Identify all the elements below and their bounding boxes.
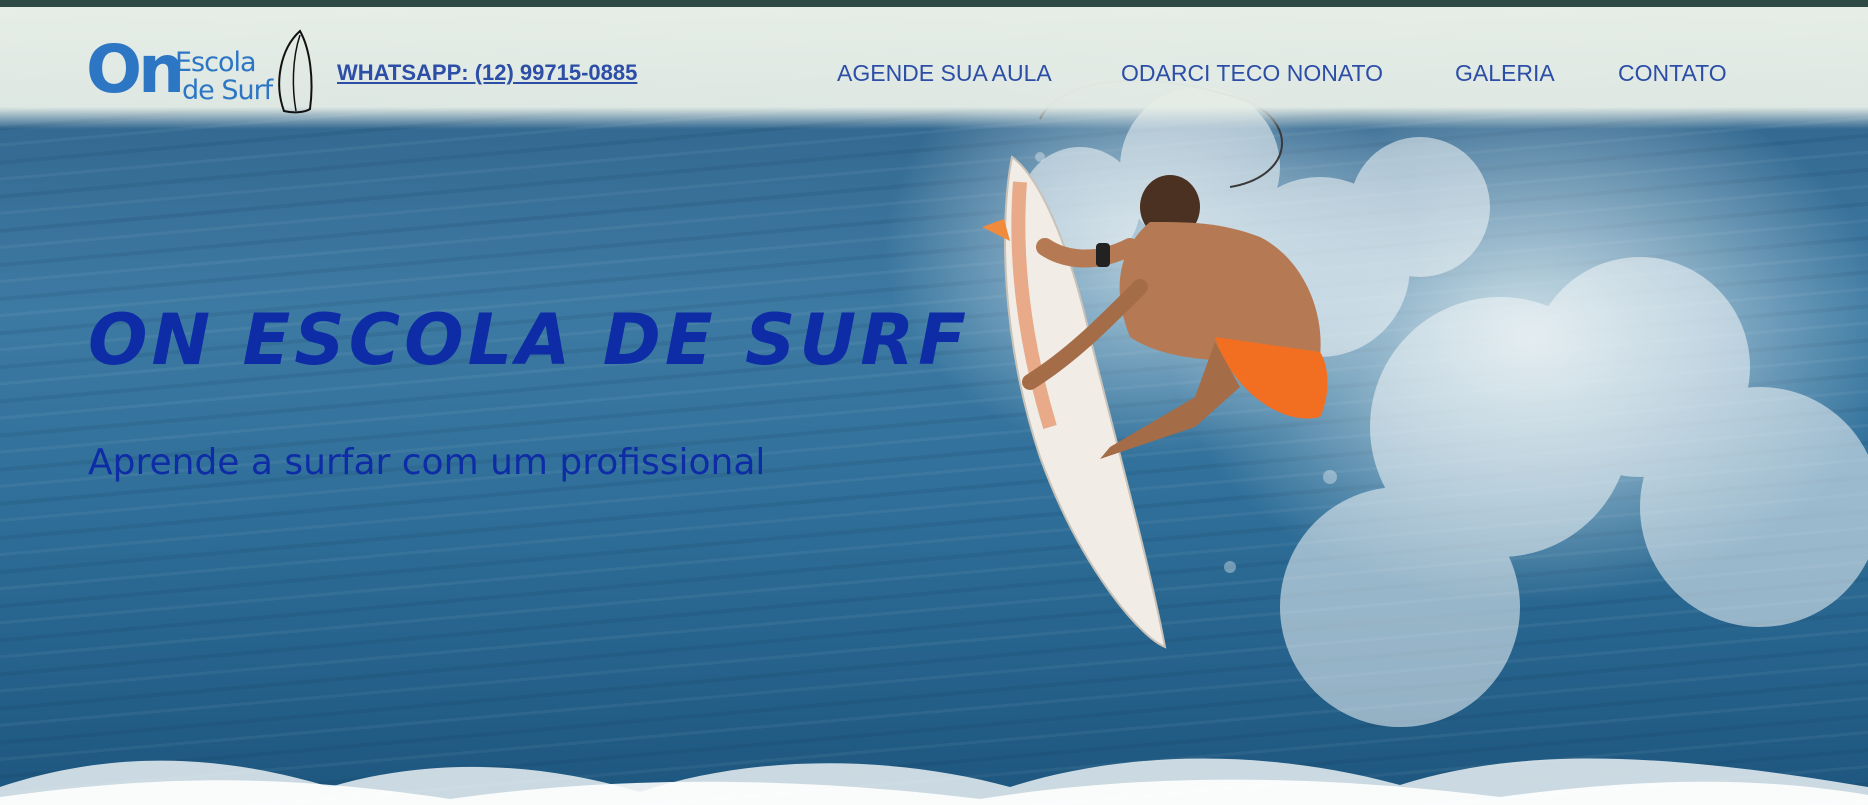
site-header: On Escola de Surf WHATSAPP: (12) 99715-0… <box>0 7 1868 129</box>
hero-title: ON ESCOLA DE SURF <box>88 299 970 381</box>
nav-item-contato[interactable]: CONTATO <box>1618 60 1727 87</box>
logo-escola-text: Escola <box>175 47 257 78</box>
logo-de-surf-text: de Surf <box>182 75 273 106</box>
logo[interactable]: On Escola de Surf <box>86 29 316 115</box>
nav-item-galeria[interactable]: GALERIA <box>1455 60 1555 87</box>
top-strip <box>0 0 1868 7</box>
surfboard-icon <box>278 29 313 114</box>
logo-on-text: On <box>86 31 185 108</box>
wave-decoration <box>0 758 1868 805</box>
nav-item-agende-sua-aula[interactable]: AGENDE SUA AULA <box>837 60 1052 87</box>
whatsapp-link[interactable]: WHATSAPP: (12) 99715-0885 <box>337 60 637 86</box>
nav-item-odarci-teco-nonato[interactable]: ODARCI TECO NONATO <box>1121 60 1383 87</box>
hero-subtitle: Aprende a surfar com um profissional <box>88 442 766 483</box>
